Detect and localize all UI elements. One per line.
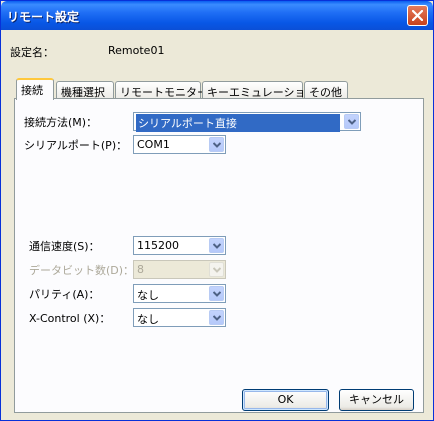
x-control-label: X-Control (X)：	[29, 312, 111, 325]
chevron-down-icon[interactable]	[344, 114, 359, 129]
serial-port-label: シリアルポート(P)：	[24, 139, 128, 152]
close-icon	[412, 10, 423, 21]
ok-button[interactable]: OK	[242, 389, 329, 411]
close-button[interactable]	[407, 5, 428, 26]
baud-rate-select[interactable]: 115200	[133, 236, 226, 255]
chevron-down-icon[interactable]	[209, 310, 224, 325]
title-bar[interactable]: リモート設定	[1, 1, 433, 30]
data-bits-value: 8	[137, 263, 144, 276]
connection-method-label: 接続方法(M)：	[24, 116, 98, 129]
data-bits-select: 8	[133, 260, 226, 279]
tab-model-selection[interactable]: 機種選択	[56, 81, 114, 99]
setting-name-label: 設定名：	[10, 46, 54, 59]
tab-key-emulation[interactable]: キーエミュレーション	[202, 81, 317, 99]
window-title: リモート設定	[7, 10, 80, 24]
connection-method-select[interactable]: シリアルポート直接	[133, 112, 361, 132]
chevron-down-icon[interactable]	[209, 137, 224, 152]
chevron-down-icon[interactable]	[209, 238, 224, 253]
connection-panel: 接続方法(M)： シリアルポート直接 シリアルポート(P)： COM1 通信速度…	[14, 98, 424, 413]
tab-other[interactable]: その他	[304, 81, 348, 99]
parity-value: なし	[137, 289, 159, 302]
tab-remote-monitor[interactable]: リモートモニター	[115, 81, 208, 99]
data-bits-label: データビット数(D)：	[29, 264, 135, 277]
dialog-body: 設定名： Remote01 接続 機種選択 リモートモニター キーエミュレーショ…	[4, 30, 430, 418]
baud-rate-label: 通信速度(S)：	[29, 240, 100, 253]
serial-port-select[interactable]: COM1	[133, 135, 226, 154]
parity-label: パリティ(A)：	[29, 288, 100, 301]
parity-select[interactable]: なし	[133, 284, 226, 303]
cancel-button[interactable]: キャンセル	[339, 389, 414, 411]
x-control-value: なし	[137, 313, 159, 326]
x-control-select[interactable]: なし	[133, 308, 226, 327]
chevron-down-icon	[209, 262, 224, 277]
serial-port-value: COM1	[137, 138, 170, 151]
remote-settings-dialog: リモート設定 設定名： Remote01 接続 機種選択 リモートモニター キー…	[0, 0, 434, 421]
tab-connection[interactable]: 接続	[16, 78, 54, 100]
connection-method-value: シリアルポート直接	[136, 114, 340, 132]
setting-name-value: Remote01	[108, 44, 165, 57]
chevron-down-icon[interactable]	[209, 286, 224, 301]
baud-rate-value: 115200	[137, 239, 179, 252]
